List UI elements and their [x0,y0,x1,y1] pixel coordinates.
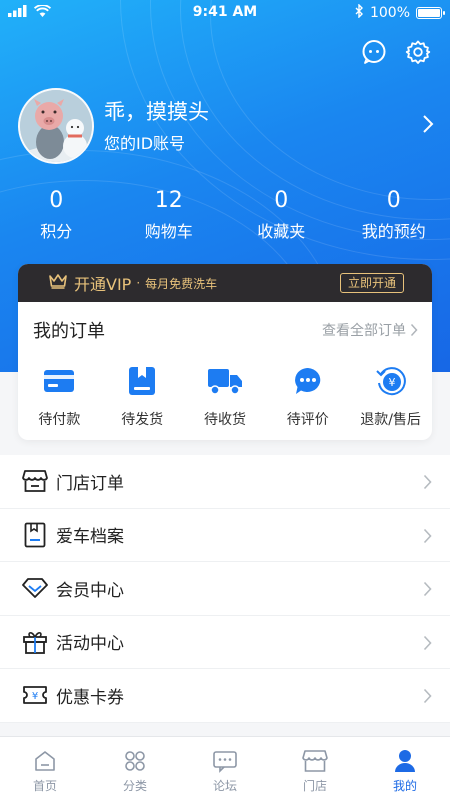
stats-row: 0 积分 12 购物车 0 收藏夹 0 我的预约 [0,186,450,242]
tab-category[interactable]: 分类 [90,737,180,800]
stat-label: 购物车 [144,222,193,241]
menu-item-coupons[interactable]: ¥ 优惠卡券 [0,669,450,723]
order-refund[interactable]: ¥ 退款/售后 [349,364,432,429]
stat-points[interactable]: 0 积分 [0,186,113,242]
order-pending-payment[interactable]: 待付款 [18,364,101,429]
stat-cart[interactable]: 12 购物车 [113,186,226,242]
stat-value: 0 [49,188,64,213]
menu-label: 爱车档案 [56,527,124,548]
menu-item-store-orders[interactable]: 门店订单 [0,455,450,509]
gear-icon[interactable] [404,38,432,66]
tab-label: 论坛 [212,779,237,793]
status-bar: 9:41 AM 100% [0,0,450,26]
stat-value: 12 [154,188,183,213]
order-label: 退款/售后 [360,412,421,428]
tab-label: 我的 [392,779,417,793]
tab-label: 首页 [32,779,57,793]
card-icon [18,364,101,398]
stat-value: 0 [274,188,289,213]
chevron-right-icon [423,688,432,708]
tab-store[interactable]: 门店 [270,737,360,800]
store-icon [20,469,50,493]
menu-label: 活动中心 [56,634,124,655]
tab-forum[interactable]: 论坛 [180,737,270,800]
menu-list: 门店订单 爱车档案 会员中心 活动中心 ¥ 优惠卡券 [0,455,450,723]
stat-label: 积分 [40,222,73,241]
order-label: 待付款 [38,412,81,428]
coupon-icon: ¥ [20,685,50,705]
vip-subtitle: 每月免费洗车 [145,276,218,291]
menu-item-activity-center[interactable]: 活动中心 [0,616,450,669]
menu-label: 门店订单 [56,473,124,494]
orders-card: 开通VIP · 每月免费洗车 立即开通 我的订单 查看全部订单 待付款 待发货 [18,264,432,440]
order-status-row: 待付款 待发货 待收货 待评价 ¥ 退款/售后 [18,364,432,429]
tab-bar: 首页 分类 论坛 门店 我的 [0,736,450,800]
truck-icon [184,364,267,398]
profile-row[interactable]: 乖，摸摸头 您的ID账号 [18,88,438,164]
store-icon [270,747,360,775]
user-icon [360,747,450,775]
chevron-right-icon [422,114,434,138]
grid-icon [90,747,180,775]
order-label: 待收货 [203,412,246,428]
vip-title: 开通VIP [74,275,132,294]
bluetooth-icon [355,3,364,22]
stat-label: 我的预约 [361,222,426,241]
menu-label: 优惠卡券 [56,687,124,708]
order-pending-review[interactable]: 待评价 [266,364,349,429]
orders-title: 我的订单 [33,321,105,342]
menu-label: 会员中心 [56,580,124,601]
vip-separator: · [136,276,141,290]
tab-label: 门店 [302,779,327,793]
chevron-right-icon [423,528,432,548]
tab-mine[interactable]: 我的 [360,737,450,800]
avatar[interactable] [18,88,94,164]
stat-favorites[interactable]: 0 收藏夹 [225,186,338,242]
forum-icon [180,747,270,775]
tab-label: 分类 [122,779,147,793]
stat-label: 收藏夹 [257,222,306,241]
view-all-orders-link[interactable]: 查看全部订单 [322,320,418,340]
vip-open-button[interactable]: 立即开通 [339,273,404,293]
user-id-label: 您的ID账号 [104,134,186,153]
file-icon [20,522,50,548]
battery-icon [416,7,445,19]
chevron-right-icon [410,323,418,337]
tab-home[interactable]: 首页 [0,737,90,800]
username: 乖，摸摸头 [104,100,209,124]
chat-bubble-icon[interactable] [360,38,388,66]
battery-percent: 100% [369,5,410,21]
refund-icon: ¥ [349,364,432,398]
stat-appointments[interactable]: 0 我的预约 [338,186,450,242]
comment-icon [266,364,349,398]
crown-icon [48,273,68,293]
svg-text:¥: ¥ [32,691,38,702]
svg-text:¥: ¥ [388,376,395,389]
chevron-right-icon [423,635,432,655]
menu-item-car-profile[interactable]: 爱车档案 [0,509,450,562]
menu-item-member-center[interactable]: 会员中心 [0,562,450,616]
package-icon [101,364,184,398]
chevron-right-icon [423,581,432,601]
order-label: 待评价 [286,412,329,428]
home-icon [0,747,90,775]
vip-banner[interactable]: 开通VIP · 每月免费洗车 立即开通 [18,264,432,302]
order-label: 待发货 [121,412,164,428]
chevron-right-icon [423,474,432,494]
orders-header: 我的订单 查看全部订单 [18,302,432,352]
diamond-icon [20,577,50,599]
order-pending-receipt[interactable]: 待收货 [184,364,267,429]
order-pending-shipment[interactable]: 待发货 [101,364,184,429]
view-all-label: 查看全部订单 [322,323,406,339]
stat-value: 0 [386,188,401,213]
gift-icon [20,629,50,655]
